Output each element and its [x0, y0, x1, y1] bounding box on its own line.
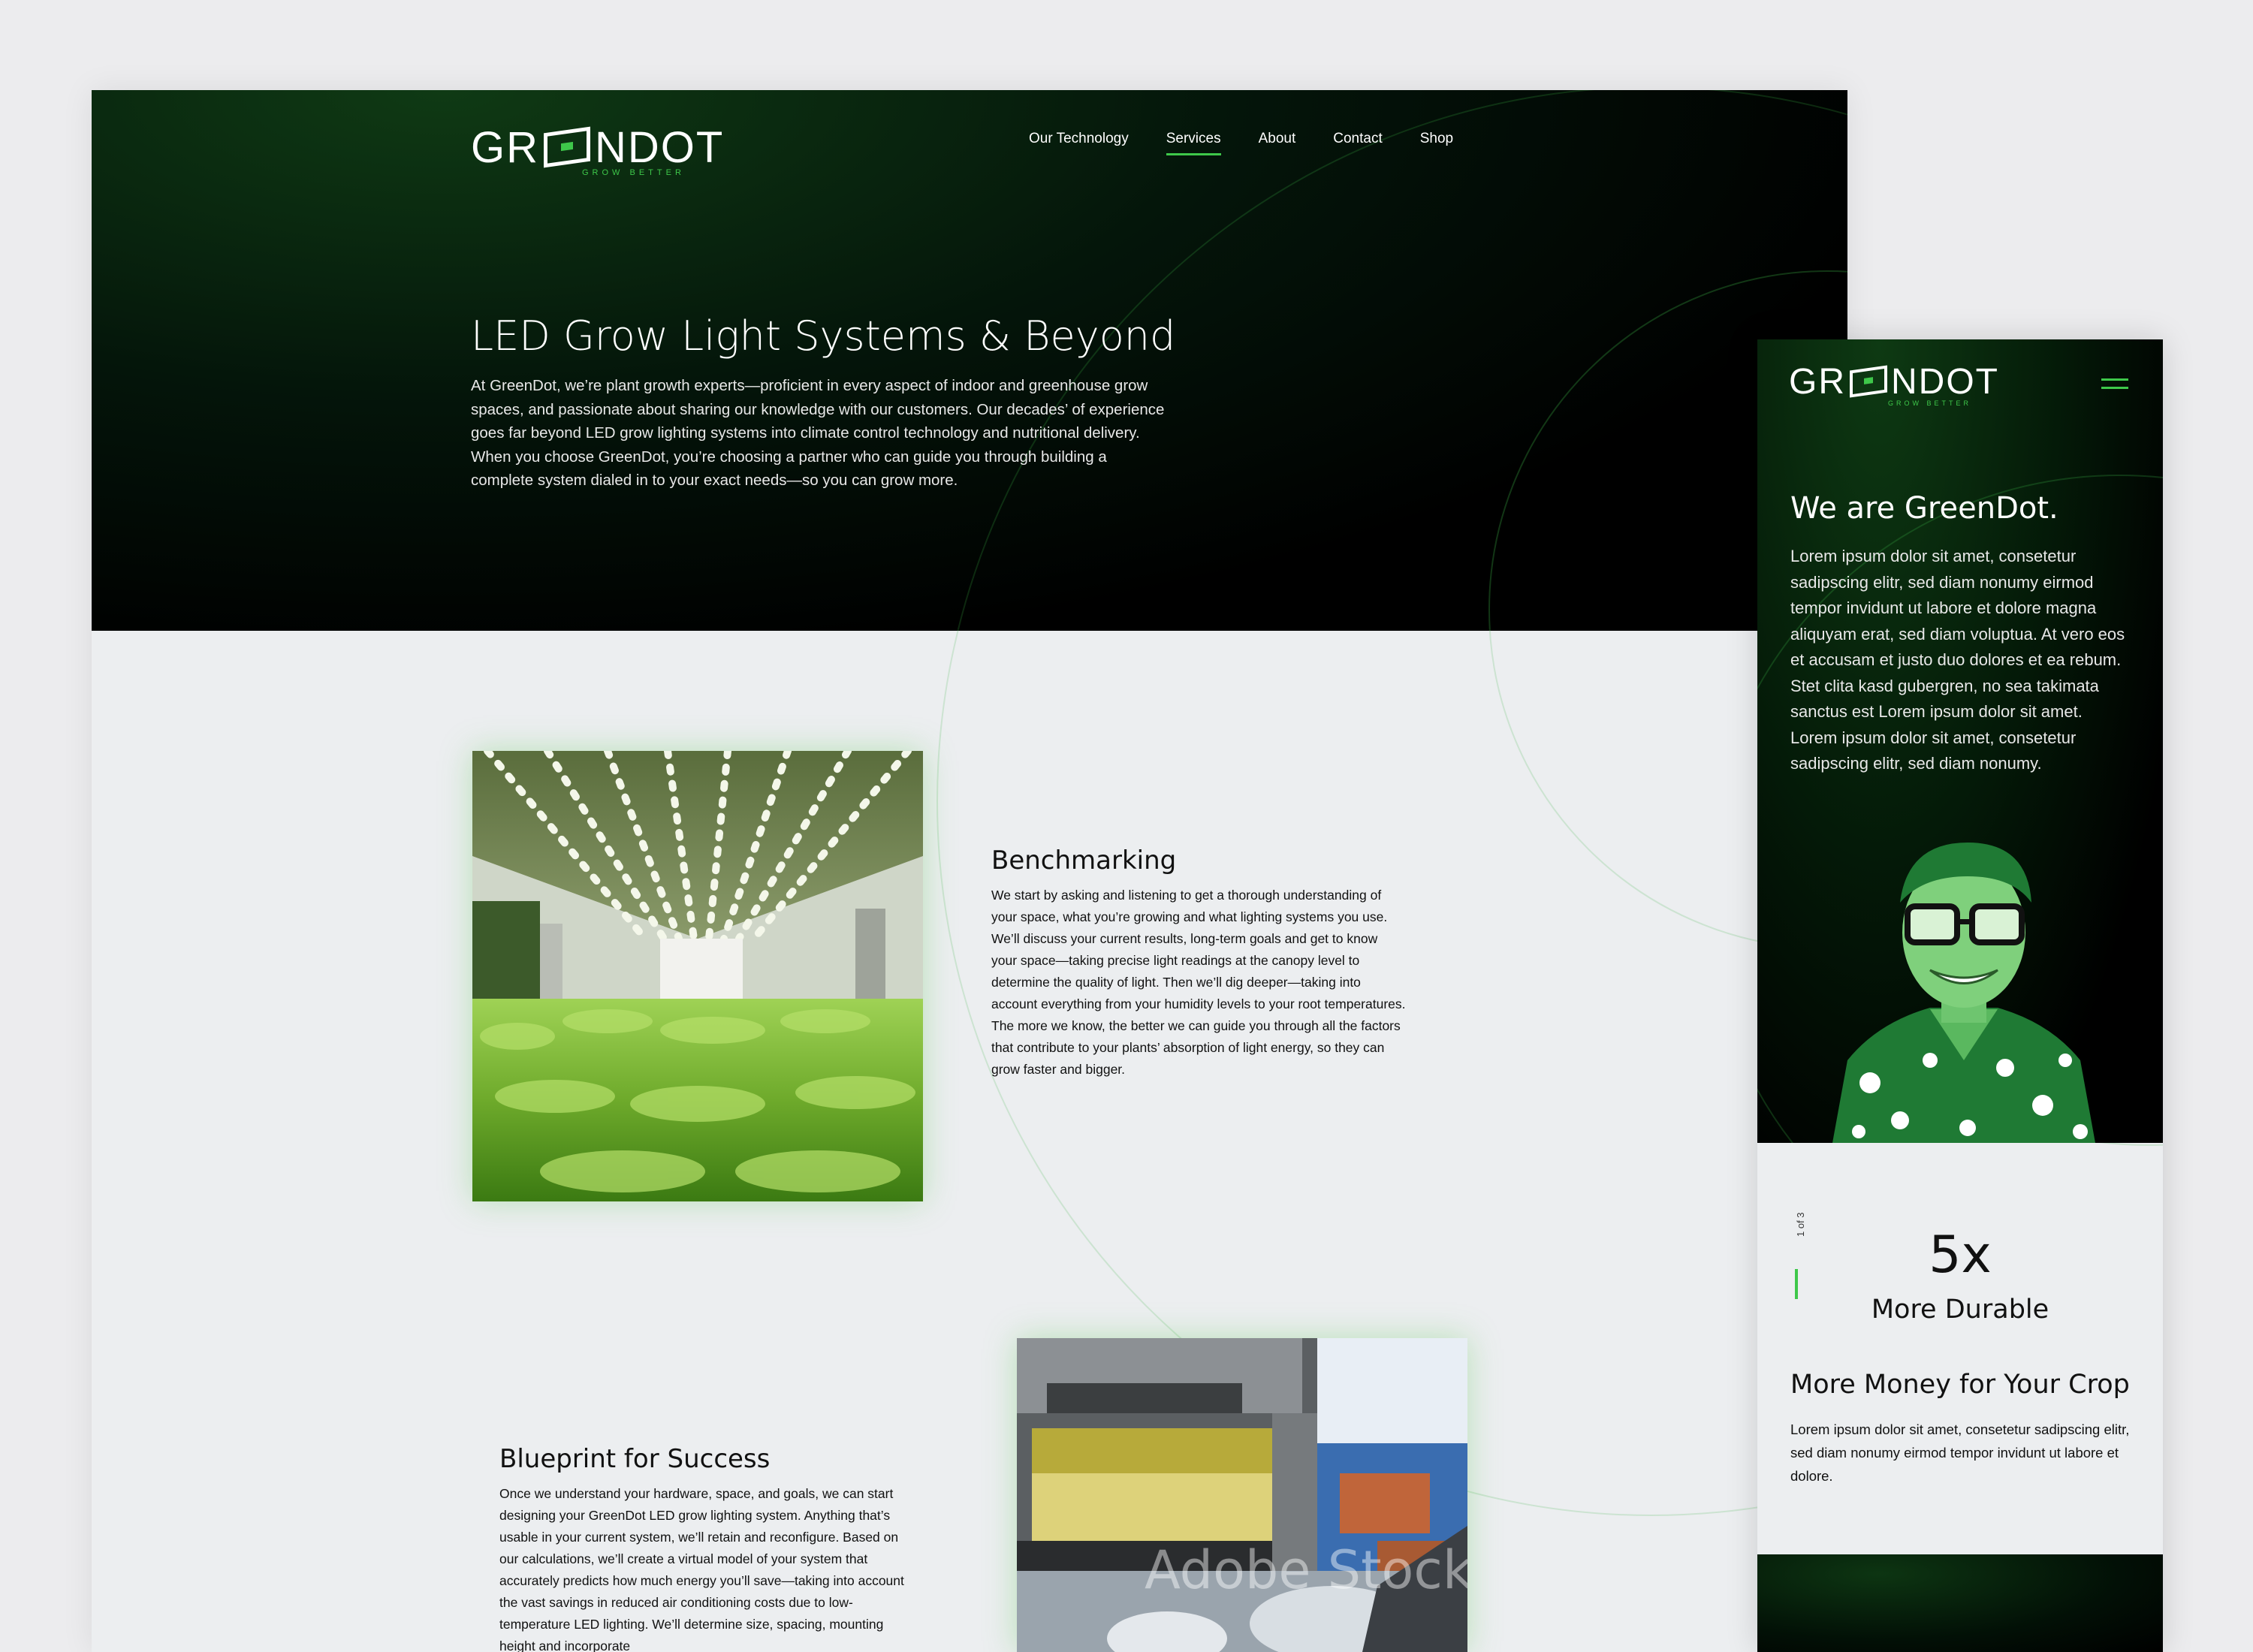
mobile-logo-wordmark: GR NDOT: [1789, 361, 1999, 402]
mobile-footer-band: [1757, 1554, 2163, 1652]
site-logo[interactable]: GR NDOT GROW BETTER: [471, 122, 725, 178]
stock-watermark: Adobe Stock: [1145, 1539, 1467, 1601]
logo-mark-icon: [544, 126, 590, 168]
nav-our-technology[interactable]: Our Technology: [1029, 131, 1129, 155]
hero-title: LED Grow Light Systems & Beyond: [471, 312, 1176, 360]
section-blueprint-title: Blueprint for Success: [499, 1444, 771, 1474]
logo-mark-icon: [1850, 365, 1887, 398]
section-benchmarking-title: Benchmarking: [991, 846, 1177, 876]
illustrated-person-image: [1817, 835, 2110, 1143]
desktop-mockup: GR NDOT GROW BETTER Our Technology Servi…: [92, 90, 1847, 1652]
nav-services[interactable]: Services: [1166, 131, 1221, 155]
mobile-section-body: Lorem ipsum dolor sit amet, consetetur s…: [1790, 1421, 2130, 1484]
stat-value: 5x: [1929, 1225, 1992, 1285]
mobile-logo-tagline: GROW BETTER: [1888, 399, 1971, 407]
nav-contact[interactable]: Contact: [1333, 131, 1382, 155]
mobile-body: Lorem ipsum dolor sit amet, consetetur s…: [1790, 547, 2125, 773]
logo-text-left: GR: [471, 122, 539, 172]
nav-shop[interactable]: Shop: [1420, 131, 1453, 155]
mobile-logo[interactable]: GR NDOT GROW BETTER: [1789, 361, 1999, 408]
logo-wordmark: GR NDOT: [471, 122, 725, 172]
grow-lights-image: [472, 751, 923, 1201]
main-nav: Our Technology Services About Contact Sh…: [1029, 131, 1453, 155]
section-blueprint-body: Once we understand your hardware, space,…: [499, 1486, 904, 1652]
mobile-title: We are GreenDot.: [1790, 491, 2058, 526]
logo-text-right: NDOT: [595, 122, 725, 172]
mobile-hero: GR NDOT GROW BETTER We are GreenDot. Lor…: [1757, 339, 2163, 1143]
hero-section: GR NDOT GROW BETTER Our Technology Servi…: [92, 90, 1847, 631]
section-benchmarking-body: We start by asking and listening to get …: [991, 888, 1406, 1077]
mobile-logo-text-left: GR: [1789, 361, 1846, 402]
mobile-section-title: More Money for Your Crop: [1790, 1370, 2130, 1400]
nav-about[interactable]: About: [1259, 131, 1296, 155]
stat-label: More Durable: [1871, 1295, 2049, 1325]
mobile-mockup: GR NDOT GROW BETTER We are GreenDot. Lor…: [1757, 339, 2163, 1652]
logo-tagline: GROW BETTER: [582, 168, 685, 177]
machinery-image: Adobe Stock: [1017, 1338, 1467, 1652]
mobile-logo-text-right: NDOT: [1891, 361, 1999, 402]
hero-body: At GreenDot, we’re plant growth experts—…: [471, 377, 1165, 489]
hamburger-menu-icon[interactable]: [2101, 378, 2128, 390]
